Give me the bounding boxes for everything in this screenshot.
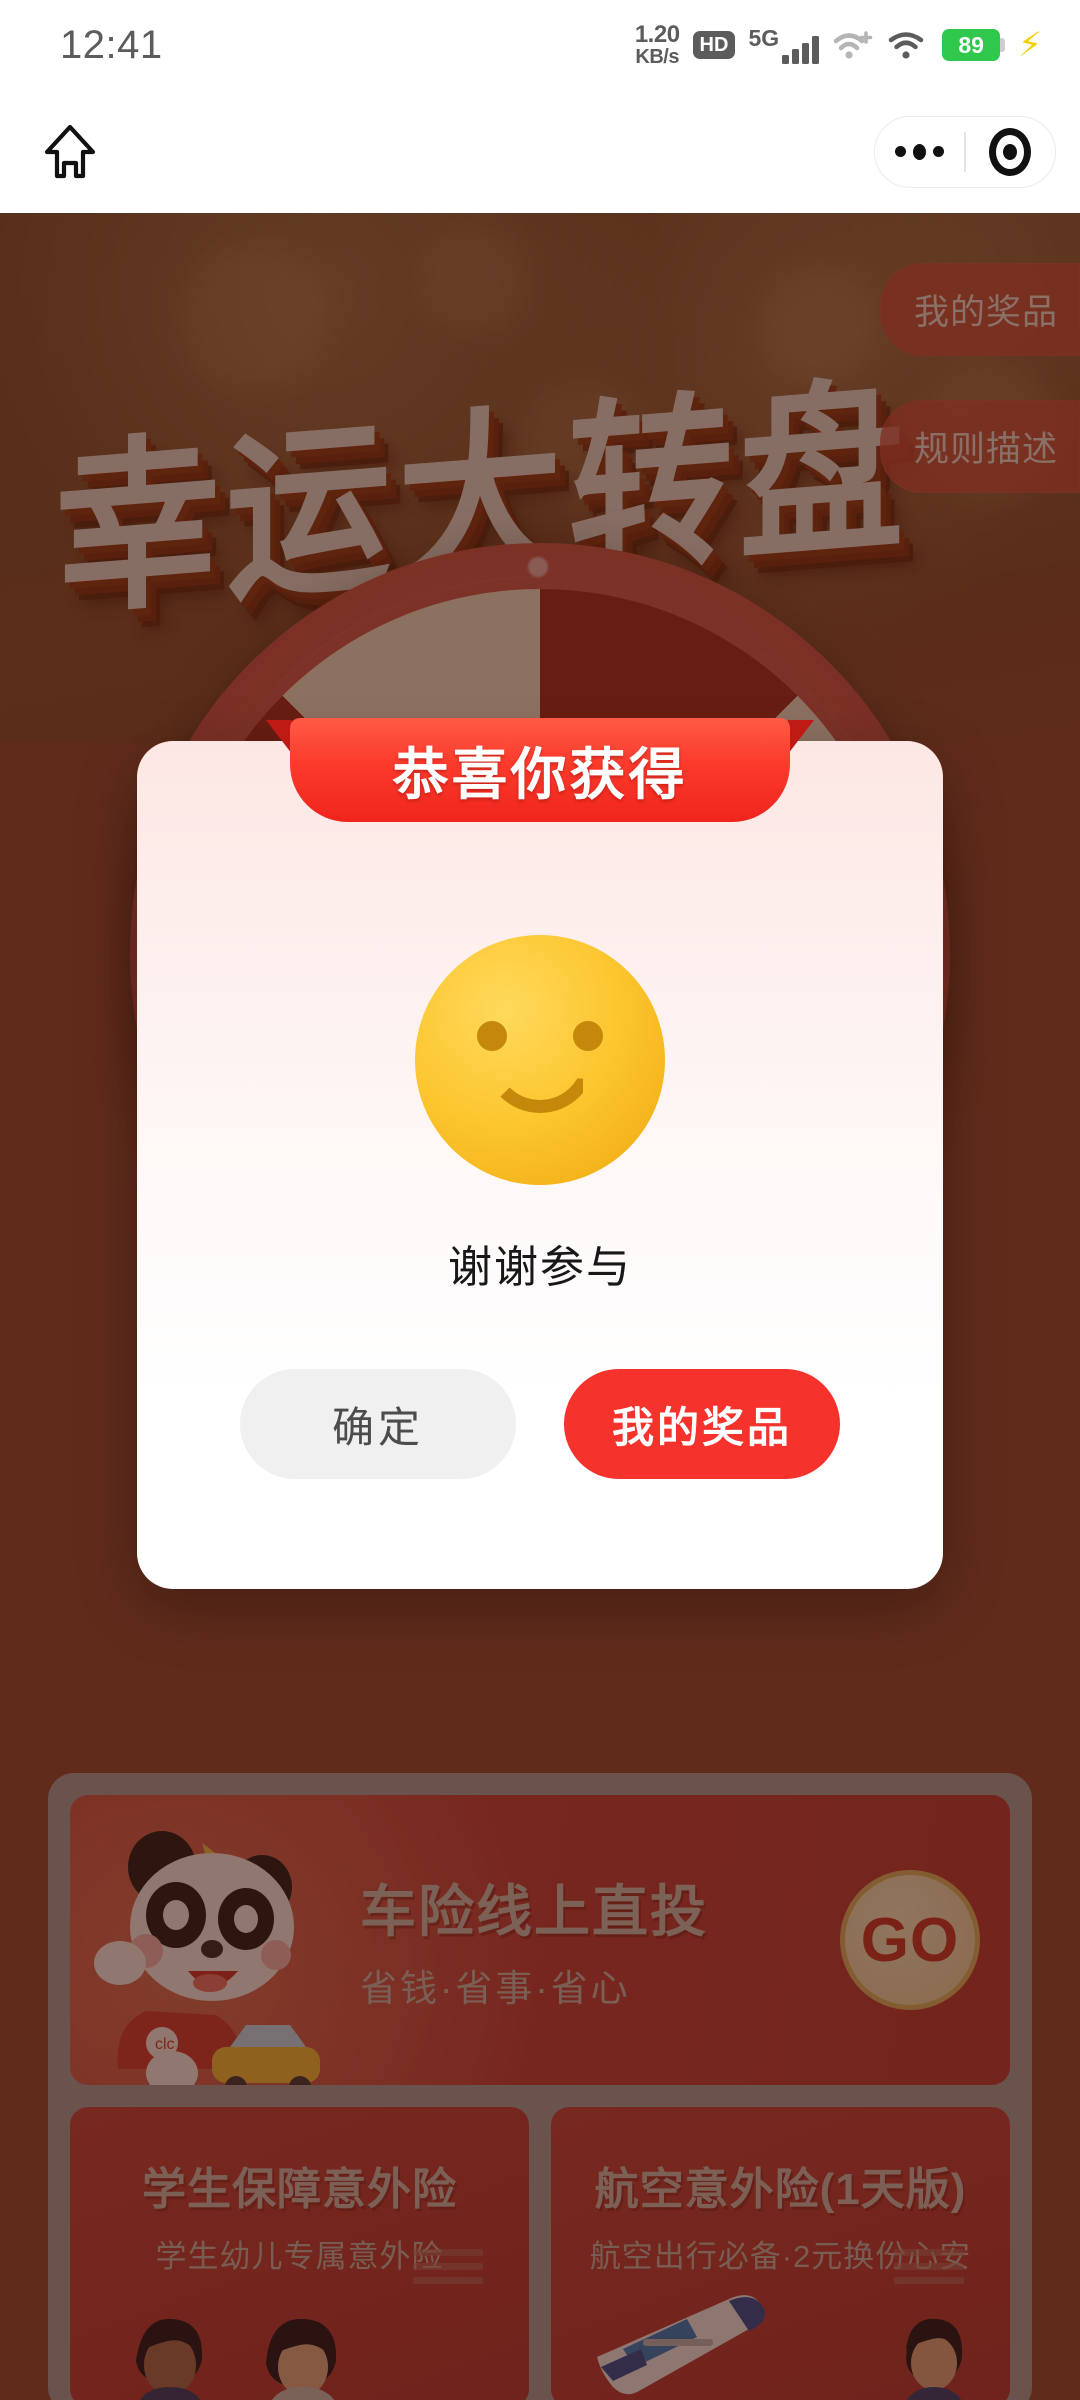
mini-program-nav-bar — [0, 90, 1080, 213]
battery-level-label: 89 — [942, 28, 1001, 62]
lottery-page: 幸运大转盘 我的奖品 规则描述 免费参与次数：0次 — [0, 213, 1080, 2400]
ribbon-banner: 恭喜你获得 — [290, 718, 790, 822]
screen: 12:41 1.20 KB/s HD 5G 89 ⚡ 恭喜你获得 谢谢参与 确定… — [0, 0, 1080, 2400]
network-speed-unit: KB/s — [635, 46, 679, 68]
network-type-label: 5G — [748, 24, 780, 51]
wifi-plus-icon — [832, 29, 874, 61]
charging-bolt-icon: ⚡ — [1018, 26, 1042, 64]
more-dots-icon[interactable] — [875, 143, 964, 160]
wechat-capsule-menu[interactable] — [874, 115, 1056, 188]
confirm-button[interactable]: 确定 — [240, 1369, 516, 1479]
network-speed-value: 1.20 — [634, 21, 680, 48]
my-prizes-button[interactable]: 我的奖品 — [564, 1369, 840, 1479]
dialog-ribbon: 恭喜你获得 — [266, 706, 814, 822]
home-icon[interactable] — [30, 112, 110, 192]
status-bar-clock: 12:41 — [60, 22, 163, 67]
battery-icon: 89 — [942, 28, 1006, 62]
prize-result-dialog: 恭喜你获得 谢谢参与 确定 我的奖品 — [137, 718, 943, 1589]
dialog-title: 恭喜你获得 — [392, 742, 688, 806]
dialog-message: 谢谢参与 — [448, 1243, 632, 1292]
status-bar-icons: 1.20 KB/s HD 5G 89 ⚡ — [634, 21, 1042, 68]
wifi-icon — [887, 29, 929, 61]
dialog-actions: 确定 我的奖品 — [137, 1369, 943, 1479]
hd-icon: HD — [692, 31, 736, 59]
status-bar: 12:41 1.20 KB/s HD 5G 89 ⚡ — [0, 0, 1080, 90]
signal-bars-icon: 5G — [748, 24, 820, 64]
target-circle-icon[interactable] — [966, 127, 1055, 176]
slightly-smiling-face-icon — [415, 935, 665, 1185]
emoji-mouth — [484, 1045, 596, 1113]
signal-strength-bars — [782, 34, 820, 64]
network-speed-indicator: 1.20 KB/s — [634, 21, 680, 68]
battery-cap — [1000, 38, 1006, 52]
